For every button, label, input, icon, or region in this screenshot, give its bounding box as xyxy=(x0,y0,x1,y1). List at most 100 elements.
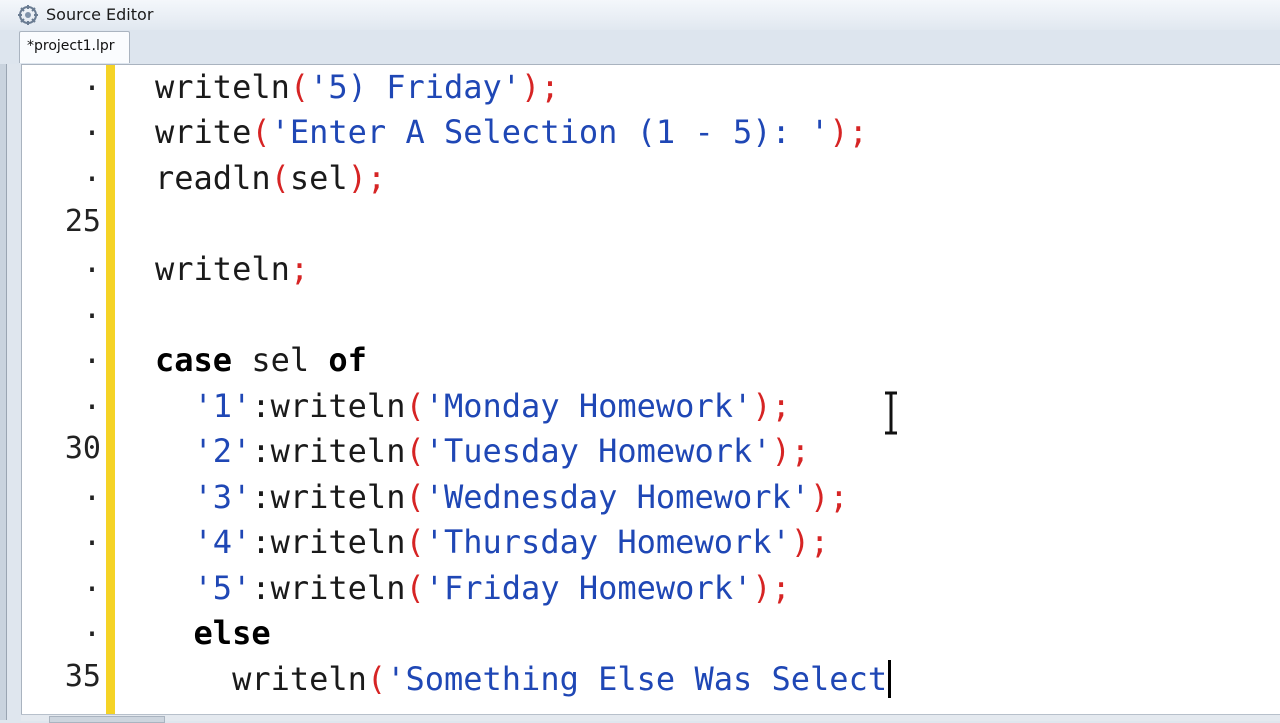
code-token: 'Friday Homework' xyxy=(424,569,753,607)
code-text[interactable]: write('Enter A Selection (1 - 5): '); xyxy=(155,113,868,151)
code-token: case xyxy=(155,341,233,379)
code-token: ( xyxy=(405,432,425,470)
code-token: :writeln xyxy=(251,478,406,516)
source-editor[interactable]: . writeln('5) Friday');. write('Enter A Se… xyxy=(21,64,1280,716)
line-number: . xyxy=(82,473,101,508)
code-token: '5' xyxy=(193,569,252,607)
window-title: Source Editor xyxy=(46,5,154,24)
line-number: . xyxy=(82,245,101,280)
code-token: :writeln xyxy=(251,569,406,607)
line-number: . xyxy=(82,518,101,553)
code-token: sel xyxy=(232,341,329,379)
code-line[interactable]: . '1':writeln('Monday Homework'); xyxy=(22,382,1280,430)
line-number: 30 xyxy=(64,431,101,466)
line-number: . xyxy=(82,382,101,417)
code-line[interactable]: . xyxy=(22,291,1280,339)
text-caret xyxy=(888,660,892,698)
code-line[interactable]: . write('Enter A Selection (1 - 5): '); xyxy=(22,108,1280,156)
line-number: . xyxy=(82,609,101,644)
code-token: ( xyxy=(270,159,290,197)
code-line[interactable]: 30 '2':writeln('Tuesday Homework'); xyxy=(22,429,1280,475)
code-text[interactable]: else xyxy=(155,614,271,652)
code-token: ); xyxy=(790,523,830,561)
code-token: 'Tuesday Homework' xyxy=(424,432,772,470)
code-token: ( xyxy=(405,523,425,561)
line-number: . xyxy=(82,108,101,143)
code-token: 'Wednesday Homework' xyxy=(424,478,811,516)
code-text[interactable]: '3':writeln('Wednesday Homework'); xyxy=(155,478,849,516)
code-token: ); xyxy=(829,113,868,151)
code-text[interactable]: writeln('Something Else Was Select xyxy=(155,660,892,698)
code-token: ( xyxy=(366,660,387,698)
code-text[interactable]: readln(sel); xyxy=(155,159,386,197)
line-number: . xyxy=(82,291,101,326)
code-text[interactable]: case sel of xyxy=(155,341,367,379)
line-number: . xyxy=(82,564,101,599)
code-line[interactable]: . case sel of xyxy=(22,336,1280,384)
code-token: '4' xyxy=(193,523,252,561)
lazarus-app-icon xyxy=(18,5,38,25)
code-token: readln xyxy=(155,159,271,197)
line-number: . xyxy=(82,336,101,371)
code-token: ( xyxy=(405,478,425,516)
code-token: ); xyxy=(521,68,560,106)
code-token: '1' xyxy=(193,387,252,425)
code-token: writeln xyxy=(155,660,367,698)
code-token: ); xyxy=(752,387,791,425)
code-token: ); xyxy=(810,478,849,516)
code-token: :writeln xyxy=(251,432,406,470)
code-token: :writeln xyxy=(251,387,406,425)
code-token: ( xyxy=(251,113,271,151)
code-token: writeln xyxy=(155,68,290,106)
code-line[interactable]: . else xyxy=(22,609,1280,657)
line-number: . xyxy=(82,154,101,189)
window-edge xyxy=(0,30,7,720)
line-number: 25 xyxy=(64,204,101,239)
code-token: '3' xyxy=(193,478,252,516)
code-token: sel xyxy=(289,159,348,197)
code-token: ); xyxy=(771,432,811,470)
code-token: of xyxy=(328,341,367,379)
tab-strip: *project1.lpr xyxy=(0,30,1280,64)
code-text[interactable]: '2':writeln('Tuesday Homework'); xyxy=(155,432,811,470)
code-line[interactable]: 25 xyxy=(22,202,1280,248)
code-token: '5) Friday' xyxy=(309,68,522,106)
code-token: ; xyxy=(289,250,310,288)
code-token: writeln xyxy=(155,250,290,288)
code-line[interactable]: . '4':writeln('Thursday Homework'); xyxy=(22,518,1280,566)
code-text[interactable]: '5':writeln('Friday Homework'); xyxy=(155,569,791,607)
tab-project1[interactable]: *project1.lpr xyxy=(19,31,130,63)
code-line[interactable]: 35 writeln('Something Else Was Select xyxy=(22,657,1280,703)
code-token: 'Enter A Selection (1 - 5): ' xyxy=(270,113,830,151)
code-text[interactable]: writeln; xyxy=(155,250,309,288)
code-text[interactable]: '4':writeln('Thursday Homework'); xyxy=(155,523,830,561)
code-token: ); xyxy=(752,569,791,607)
line-number: 35 xyxy=(64,659,101,694)
code-token: ( xyxy=(405,569,425,607)
code-token: else xyxy=(193,614,271,652)
code-token: ( xyxy=(289,68,310,106)
code-token: 'Thursday Homework' xyxy=(424,523,791,561)
code-token: :writeln xyxy=(251,523,406,561)
code-line[interactable]: . writeln; xyxy=(22,245,1280,293)
code-token: ( xyxy=(405,387,425,425)
code-token: 'Something Else Was Select xyxy=(386,660,888,698)
title-bar: Source Editor xyxy=(0,0,1280,31)
code-text[interactable]: '1':writeln('Monday Homework'); xyxy=(155,387,791,425)
code-line[interactable]: . '5':writeln('Friday Homework'); xyxy=(22,564,1280,612)
line-number: . xyxy=(82,64,101,98)
code-token: write xyxy=(155,113,252,151)
code-token: ); xyxy=(347,159,387,197)
code-line[interactable]: . '3':writeln('Wednesday Homework'); xyxy=(22,473,1280,521)
code-line[interactable]: . readln(sel); xyxy=(22,154,1280,202)
code-token: 'Monday Homework' xyxy=(424,387,753,425)
code-token: '2' xyxy=(193,432,252,470)
code-line[interactable]: . writeln('5) Friday'); xyxy=(22,65,1280,111)
code-text[interactable]: writeln('5) Friday'); xyxy=(155,68,560,106)
